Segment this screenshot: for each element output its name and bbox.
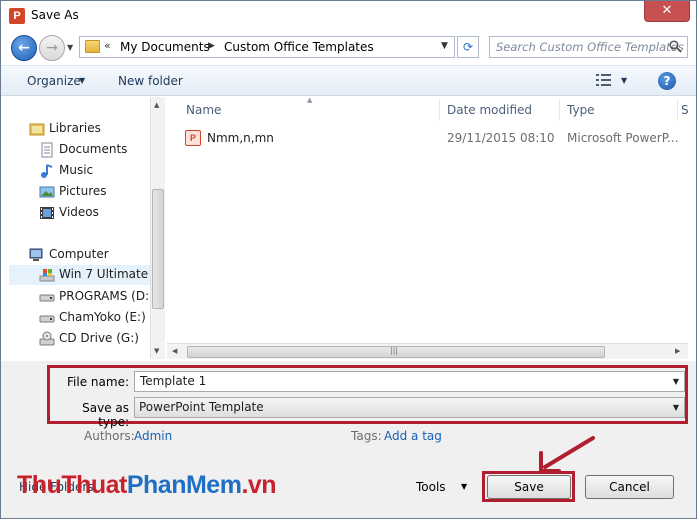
view-options-icon[interactable]	[596, 74, 612, 88]
videos-icon	[39, 205, 55, 221]
file-row[interactable]: P Nmm,n,mn 29/11/2015 08:10 Microsoft Po…	[185, 129, 685, 149]
cd-drive-icon	[39, 331, 55, 347]
title-bar: P Save As ✕	[1, 1, 696, 31]
sidebar-item-label: Music	[59, 163, 94, 177]
view-dropdown-icon[interactable]: ▼	[621, 76, 627, 85]
tools-button[interactable]: Tools	[416, 480, 446, 494]
file-name-field[interactable]: Template 1 ▼	[134, 371, 685, 392]
watermark-part: ThuThuat	[17, 471, 127, 499]
music-icon	[39, 163, 55, 179]
column-header-type[interactable]: Type	[567, 103, 595, 129]
refresh-icon[interactable]: ⟳	[457, 36, 479, 58]
column-header-name[interactable]: Name	[186, 103, 221, 129]
sidebar-item-label: ChamYoko (E:)	[59, 310, 146, 324]
sort-ascending-icon: ▲	[307, 96, 313, 104]
back-arrow-icon[interactable]: ←	[11, 35, 37, 61]
breadcrumb-my-documents[interactable]: My Documents	[120, 40, 210, 54]
powerpoint-icon: P	[9, 8, 25, 24]
navigation-pane: Libraries Documents Music Pictures Video…	[9, 97, 165, 359]
authors-value[interactable]: Admin	[134, 429, 172, 443]
powerpoint-file-icon: P	[185, 130, 201, 146]
save-as-type-label: Save as type:	[82, 401, 129, 429]
sidebar-item-drive-c[interactable]: Win 7 Ultimate (C	[9, 265, 165, 285]
file-name-cell: Nmm,n,mn	[207, 131, 274, 145]
file-name-dropdown-icon[interactable]: ▼	[673, 377, 679, 386]
breadcrumb-overflow[interactable]: «	[104, 39, 111, 52]
authors-label: Authors:	[84, 429, 135, 443]
sidebar-item-label: Libraries	[49, 121, 101, 135]
column-divider[interactable]	[677, 99, 678, 121]
address-bar[interactable]: « My Documents ▶ Custom Office Templates…	[79, 36, 455, 58]
scrollbar-thumb[interactable]: |||	[187, 346, 605, 358]
save-as-dialog: P Save As ✕ ← → ▼ « My Documents ▶ Custo…	[0, 0, 697, 519]
command-bar: Organize ▼ New folder ▼ ?	[1, 65, 696, 96]
sidebar-item-label: Documents	[59, 142, 128, 156]
search-input[interactable]: Search Custom Office Templates	[489, 36, 688, 58]
file-name-label: File name:	[67, 375, 129, 389]
sidebar-item-label: Videos	[59, 205, 99, 219]
save-as-type-select[interactable]: PowerPoint Template ▼	[134, 397, 685, 418]
file-type-cell: Microsoft PowerP...	[567, 131, 679, 145]
dialog-title: Save As	[31, 8, 79, 22]
search-icon[interactable]	[669, 40, 683, 54]
scroll-left-icon[interactable]: ◀	[172, 347, 177, 355]
chevron-down-icon[interactable]: ▼	[673, 403, 679, 412]
folder-icon	[85, 40, 100, 53]
documents-icon	[39, 142, 55, 158]
chevron-down-icon[interactable]: ▼	[79, 76, 85, 85]
horizontal-scrollbar[interactable]: ◀ ||| ▶	[167, 343, 688, 359]
watermark-part: .vn	[241, 471, 277, 499]
grip-icon: |||	[390, 346, 399, 355]
pictures-icon	[39, 184, 55, 200]
sidebar-item-label: CD Drive (G:)	[59, 331, 139, 345]
watermark-part: PhanMem	[126, 471, 242, 499]
save-as-type-value: PowerPoint Template	[139, 400, 264, 414]
computer-icon	[29, 247, 45, 263]
column-header-date-modified[interactable]: Date modified	[447, 103, 532, 129]
sidebar-item-label: Computer	[49, 247, 109, 261]
breadcrumb-custom-office-templates[interactable]: Custom Office Templates	[224, 40, 374, 54]
file-date-cell: 29/11/2015 08:10	[447, 131, 555, 145]
search-placeholder: Search Custom Office Templates	[496, 40, 684, 54]
close-button[interactable]: ✕	[644, 1, 690, 22]
file-list: ▲ Name Date modified Type S P Nmm,n,mn 2…	[167, 96, 689, 359]
recent-pages-dropdown-icon[interactable]: ▼	[67, 43, 77, 53]
cancel-button[interactable]: Cancel	[585, 475, 674, 499]
hard-drive-icon	[39, 289, 55, 305]
column-header-size[interactable]: S	[681, 103, 689, 129]
hard-drive-icon	[39, 310, 55, 326]
watermark-logo: ThuThuatPhanMem.vn	[17, 471, 277, 500]
tags-label: Tags:	[351, 429, 382, 443]
sidebar-item-label: Pictures	[59, 184, 107, 198]
file-name-value: Template 1	[140, 374, 207, 388]
organize-button[interactable]: Organize	[27, 74, 81, 88]
navigation-scrollbar[interactable]: ▲ ▼	[150, 97, 165, 359]
tags-value[interactable]: Add a tag	[384, 429, 442, 443]
forward-arrow-icon[interactable]: →	[39, 35, 65, 61]
scroll-down-icon[interactable]: ▼	[154, 347, 159, 355]
windows-drive-icon	[39, 267, 55, 283]
scroll-right-icon[interactable]: ▶	[675, 347, 680, 355]
scroll-up-icon[interactable]: ▲	[154, 101, 159, 109]
annotation-arrow-icon	[539, 436, 595, 473]
chevron-down-icon[interactable]: ▼	[461, 482, 467, 491]
address-dropdown-icon[interactable]: ▼	[441, 41, 448, 51]
help-icon[interactable]: ?	[658, 72, 676, 90]
sidebar-item-label: PROGRAMS (D:)	[59, 289, 154, 303]
breadcrumb-separator-icon[interactable]: ▶	[208, 41, 215, 51]
libraries-icon	[29, 121, 45, 137]
column-divider[interactable]	[439, 99, 440, 121]
new-folder-button[interactable]: New folder	[118, 74, 183, 88]
column-divider[interactable]	[559, 99, 560, 121]
scrollbar-thumb[interactable]	[152, 189, 164, 309]
